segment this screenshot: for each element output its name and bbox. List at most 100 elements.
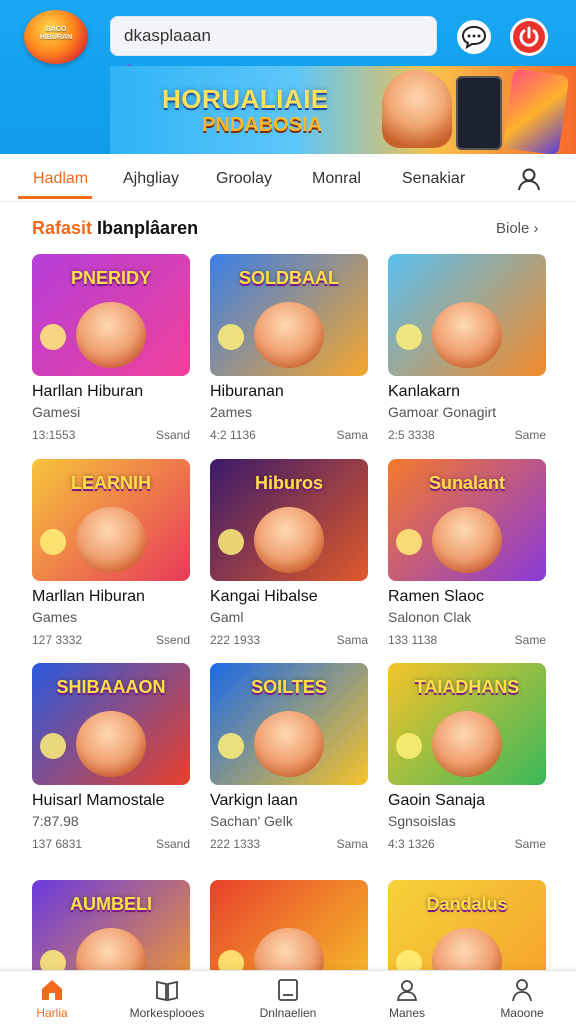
thumbnail-character	[76, 711, 146, 777]
thumbnail-sparkle	[396, 529, 422, 555]
game-card[interactable]: SOILTES Varkign laan Sachan' Gelk 222 1333 S…	[210, 663, 368, 851]
game-tag: Same	[514, 633, 546, 647]
thumbnail-character	[254, 711, 324, 777]
game-card[interactable]: SOLDBAAL Hiburanan 2ames 4:2 1136 Sama	[210, 254, 368, 442]
game-thumbnail[interactable]: PNERIDY	[32, 254, 190, 376]
app-logo[interactable]: BACO HIBURAN	[24, 10, 88, 64]
game-tag: Same	[514, 428, 546, 442]
game-tag: Ssand	[155, 428, 190, 442]
thumbnail-title: LEARNIH	[71, 473, 151, 493]
chat-button[interactable]	[457, 20, 491, 54]
see-more-label: Biole	[496, 220, 530, 237]
nav-label-marketplace: Morkesplooes	[129, 1006, 205, 1020]
game-title: Varkign laan	[210, 792, 298, 809]
game-meta: 137 6831 Ssand	[32, 837, 190, 851]
game-thumbnail[interactable]: SOLDBAAL	[210, 254, 368, 376]
thumbnail-sparkle	[218, 324, 244, 350]
nav-item-home[interactable]: Harlia	[0, 977, 107, 1020]
game-meta: 222 1333 Sama	[210, 837, 368, 851]
tab-4[interactable]: Senakiar	[402, 170, 465, 188]
thumbnail-sparkle	[40, 324, 66, 350]
game-category: Sgnsoislas	[388, 813, 456, 829]
nav-item-profile[interactable]: Maoone	[467, 977, 576, 1020]
nav-item-marketplace[interactable]: Morkesplooes	[112, 977, 222, 1020]
game-card[interactable]: Hiburos Kangai Hibalse Gaml 222 1933 Sama	[210, 459, 368, 647]
game-thumbnail[interactable]: SHIBAAAON	[32, 663, 190, 785]
game-thumbnail[interactable]: Hiburos	[210, 459, 368, 581]
game-meta: 133 1138 Same	[388, 633, 546, 647]
see-more-link[interactable]: Biole ›	[496, 220, 539, 237]
promo-banner[interactable]: HORUALIAIE PNDABOSIA	[110, 66, 576, 154]
game-tag: Sama	[336, 837, 368, 851]
nav-label-home: Harlia	[36, 1006, 68, 1020]
game-thumbnail[interactable]: LEARNIH	[32, 459, 190, 581]
game-meta: 2:5 3338 Same	[388, 428, 546, 442]
home-icon	[42, 980, 62, 1000]
category-tabs: Hadlam Ajhgliay Groolay Monral Senakiar	[0, 154, 576, 202]
game-title: Gaoin Sanaja	[388, 792, 485, 809]
game-tag: Ssend	[155, 633, 190, 647]
game-card[interactable]: PNERIDY Harllan Hiburan Gamesi 13:1553 Ssand	[32, 254, 190, 442]
game-stat: 133 1138	[388, 633, 438, 647]
game-tag: Ssand	[155, 837, 190, 851]
profile-icon[interactable]	[516, 166, 542, 192]
game-thumbnail[interactable]	[388, 254, 546, 376]
nav-label-games: Manes	[388, 1006, 426, 1020]
game-category: 7:87.98	[32, 813, 79, 829]
app-header: BACO HIBURAN HORUALIAIE PNDABOSIA	[0, 0, 576, 154]
game-card[interactable]: LEARNIH Marllan Hiburan Games 127 3332 Ssend	[32, 459, 190, 647]
nav-label-download: Dnlnaelien	[259, 1006, 317, 1020]
thumbnail-character	[76, 302, 146, 368]
game-meta: 222 1933 Sama	[210, 633, 368, 647]
nav-label-profile: Maoone	[500, 1006, 544, 1020]
thumbnail-character	[76, 507, 146, 573]
thumbnail-title: TAIADHANS	[414, 677, 520, 697]
game-card[interactable]: TAIADHANS Gaoin Sanaja Sgnsoislas 4:3 1326 S…	[388, 663, 546, 851]
thumbnail-title: Sunalant	[428, 473, 505, 493]
notification-button[interactable]	[510, 18, 548, 56]
section-title-rest: Ibanplâaren	[97, 218, 199, 238]
search-input[interactable]	[124, 26, 414, 46]
thumbnail-sparkle	[396, 733, 422, 759]
game-stat: 4:2 1136	[210, 428, 256, 442]
square-icon	[278, 979, 298, 1001]
book-icon	[156, 980, 178, 1002]
game-tag: Sama	[336, 633, 368, 647]
game-meta: 13:1553 Ssand	[32, 428, 190, 442]
thumbnail-title: SHIBAAAON	[56, 677, 166, 697]
thumbnail-title: SOLDBAAL	[239, 268, 339, 288]
section-title: Rafasit Ibanplâaren	[32, 218, 198, 239]
game-thumbnail[interactable]: TAIADHANS	[388, 663, 546, 785]
game-category: Games	[32, 609, 78, 625]
thumbnail-sparkle	[396, 324, 422, 350]
game-card[interactable]: SHIBAAAON Huisarl Mamostale 7:87.98 137 683…	[32, 663, 190, 851]
banner-character	[382, 70, 452, 148]
banner-title: HORUALIAIE	[162, 84, 329, 114]
thumbnail-title: Hiburos	[254, 473, 323, 493]
nav-item-download[interactable]: Dnlnaelien	[233, 977, 343, 1020]
game-card[interactable]: Kanlakarn Gamoar Gonagirt 2:5 3338 Same	[388, 254, 546, 442]
thumbnail-sparkle	[40, 529, 66, 555]
logo-text: BACO HIBURAN	[39, 26, 73, 41]
game-title: Kangai Hibalse	[210, 588, 318, 605]
game-category: Salonon Clak	[388, 609, 472, 625]
tab-0[interactable]: Hadlam	[33, 170, 88, 188]
game-thumbnail[interactable]: Sunalant	[388, 459, 546, 581]
game-stat: 4:3 1326	[388, 837, 435, 851]
tab-1[interactable]: Ajhgliay	[123, 170, 179, 188]
game-title: Kanlakarn	[388, 383, 461, 400]
thumbnail-character	[254, 302, 324, 368]
game-category: Gamesi	[32, 404, 81, 420]
thumbnail-character	[432, 302, 502, 368]
game-title: Harllan Hiburan	[32, 383, 144, 400]
game-category: Gamoar Gonagirt	[388, 404, 497, 420]
search-bar[interactable]	[110, 16, 437, 56]
game-thumbnail[interactable]: SOILTES	[210, 663, 368, 785]
tab-3[interactable]: Monral	[312, 170, 361, 188]
thumbnail-title: SOILTES	[251, 677, 327, 697]
thumbnail-character	[432, 711, 502, 777]
nav-item-games[interactable]: Manes	[352, 977, 462, 1020]
thumbnail-title: Dandalus	[426, 894, 508, 914]
tab-2[interactable]: Groolay	[216, 170, 272, 188]
game-card[interactable]: Sunalant Ramen Slaoc Salonon Clak 133 1138 S…	[388, 459, 546, 647]
